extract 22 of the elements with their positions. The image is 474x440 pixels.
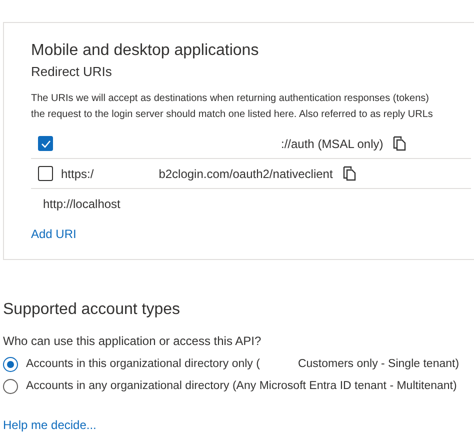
radio-button[interactable] <box>3 357 18 372</box>
card-title: Mobile and desktop applications <box>31 41 260 61</box>
option-label: Accounts in any organizational directory (Any Microsoft Entra ID tenant - Multitenant) <box>26 379 457 394</box>
section-title: Supported account types <box>3 300 182 320</box>
add-uri-link[interactable]: Add URI <box>31 225 76 243</box>
uri-text: https:/ <box>61 166 94 182</box>
description-text: The URIs we will accept as destinations when returning authentication responses (tokens) <box>31 92 430 106</box>
checkbox[interactable] <box>38 166 53 181</box>
help-link[interactable]: Help me decide... <box>3 416 96 434</box>
checkmark-icon <box>40 140 50 148</box>
checkbox[interactable] <box>38 136 53 151</box>
option-label: Accounts in this organizational directory only ( <box>26 357 260 372</box>
option-label: Customers only - Single tenant) <box>298 357 460 372</box>
section-subtitle: Redirect URIs <box>31 63 113 81</box>
uri-text: http://localhost <box>43 196 120 213</box>
uri-text: b2clogin.com/oauth2/nativeclient <box>158 166 333 182</box>
question-text: Who can use this application or access this API? <box>3 333 262 350</box>
uri-text: ://auth (MSAL only) <box>281 136 384 152</box>
copy-icon[interactable] <box>393 136 408 151</box>
description-text: the request to the login server should match one listed here. Also referred to as reply URLs <box>31 108 434 122</box>
radio-button[interactable] <box>3 379 18 394</box>
copy-icon[interactable] <box>342 166 357 181</box>
